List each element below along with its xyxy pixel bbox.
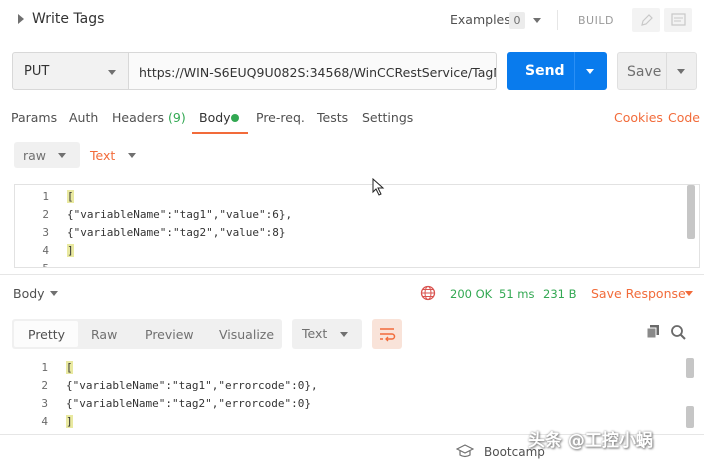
save-options-chevron-icon[interactable] <box>677 69 685 74</box>
response-size[interactable]: 231 B <box>543 287 577 301</box>
active-tab-indicator <box>192 132 248 134</box>
tab-pretty[interactable]: Pretty <box>28 327 65 342</box>
viewer-scrollbar-lower[interactable] <box>686 406 694 428</box>
save-label: Save <box>627 64 662 80</box>
section-divider <box>0 274 704 275</box>
cookies-link[interactable]: Cookies <box>614 110 663 125</box>
tab-settings[interactable]: Settings <box>362 110 413 125</box>
request-title[interactable]: Write Tags <box>32 11 104 27</box>
body-modified-dot-icon <box>231 114 239 122</box>
tab-raw[interactable]: Raw <box>91 327 117 342</box>
viewer-scrollbar[interactable] <box>686 358 694 378</box>
url-value: https://WIN-S6EUQ9U082S:34568/WinCCRestS… <box>139 65 497 80</box>
chevron-down-icon <box>58 153 66 158</box>
response-body-tab[interactable]: Body <box>13 286 45 301</box>
tab-tests[interactable]: Tests <box>317 110 348 125</box>
code-line: {"variableName":"tag1","value":6}, <box>67 208 293 221</box>
save-response-button[interactable]: Save Response <box>591 286 686 301</box>
code-link[interactable]: Code <box>668 110 700 125</box>
response-body-viewer[interactable]: 1 2 3 4 [ {"variableName":"tag1","errorc… <box>14 356 704 432</box>
mouse-cursor-icon <box>372 178 385 196</box>
examples-count-badge: 0 <box>509 12 525 29</box>
chevron-down-icon[interactable] <box>50 291 58 296</box>
body-mode-value: raw <box>23 148 47 163</box>
tab-params[interactable]: Params <box>11 110 57 125</box>
send-options-chevron-icon[interactable] <box>586 69 594 74</box>
line-number: 5 <box>29 262 49 267</box>
wrap-lines-button[interactable] <box>372 319 402 349</box>
chevron-down-icon[interactable] <box>128 153 136 158</box>
line-number: 3 <box>41 397 48 410</box>
watermark-text: 头条 @工控小蜗 <box>528 431 653 451</box>
wrap-icon <box>380 328 396 342</box>
line-number: 2 <box>42 208 49 221</box>
tab-auth[interactable]: Auth <box>69 110 98 125</box>
divider <box>666 53 667 89</box>
code-line: [ <box>67 190 74 203</box>
collapse-caret-icon[interactable] <box>18 14 24 24</box>
tab-prerequest[interactable]: Pre-req. <box>256 110 305 125</box>
http-method-value: PUT <box>24 64 50 79</box>
search-icon[interactable] <box>670 324 686 340</box>
tab-headers-label: Headers <box>112 110 165 125</box>
chevron-down-icon <box>108 70 116 75</box>
send-label: Send <box>525 63 565 79</box>
code-line: {"variableName":"tag1","errorcode":0}, <box>66 379 318 392</box>
response-format-value: Text <box>302 326 328 341</box>
request-body-editor[interactable]: 1 2 3 4 5 [ {"variableName":"tag1","valu… <box>14 184 700 268</box>
line-number: 1 <box>41 361 48 374</box>
body-mode-select[interactable]: raw <box>14 142 80 168</box>
response-format-select[interactable]: Text <box>292 319 362 349</box>
comment-icon[interactable] <box>664 8 692 32</box>
body-format-select[interactable]: Text <box>90 148 115 163</box>
copy-icon[interactable] <box>645 324 661 340</box>
editor-scrollbar[interactable] <box>687 185 695 239</box>
code-line: ] <box>66 415 73 428</box>
chevron-down-icon <box>340 332 348 337</box>
chevron-down-icon[interactable] <box>685 291 693 296</box>
save-button[interactable]: Save <box>617 52 697 90</box>
code-line: {"variableName":"tag2","value":8} <box>67 226 286 239</box>
response-time[interactable]: 51 ms <box>499 287 534 301</box>
code-line: ] <box>67 244 74 257</box>
line-number: 2 <box>41 379 48 392</box>
tab-headers-count: (9) <box>168 110 186 125</box>
code-line: {"variableName":"tag2","errorcode":0} <box>66 397 312 410</box>
divider <box>574 52 575 90</box>
code-line: [ <box>66 361 73 374</box>
status-code[interactable]: 200 OK <box>450 287 492 301</box>
url-input[interactable]: https://WIN-S6EUQ9U082S:34568/WinCCRestS… <box>128 52 497 90</box>
tab-headers[interactable]: Headers (9) <box>112 110 186 125</box>
line-number: 3 <box>42 226 49 239</box>
graduation-cap-icon <box>456 444 474 458</box>
divider <box>557 10 558 30</box>
globe-icon[interactable] <box>420 285 436 301</box>
build-mode-label[interactable]: BUILD <box>578 14 614 27</box>
examples-button[interactable]: Examples <box>450 12 511 27</box>
chevron-down-icon[interactable] <box>533 18 541 23</box>
line-number: 4 <box>42 244 49 257</box>
edit-pencil-icon[interactable] <box>632 8 660 32</box>
line-number: 1 <box>42 190 49 203</box>
tab-visualize[interactable]: Visualize <box>219 327 274 342</box>
tab-body[interactable]: Body <box>199 110 231 125</box>
tab-preview[interactable]: Preview <box>145 327 194 342</box>
line-number: 4 <box>41 415 48 428</box>
